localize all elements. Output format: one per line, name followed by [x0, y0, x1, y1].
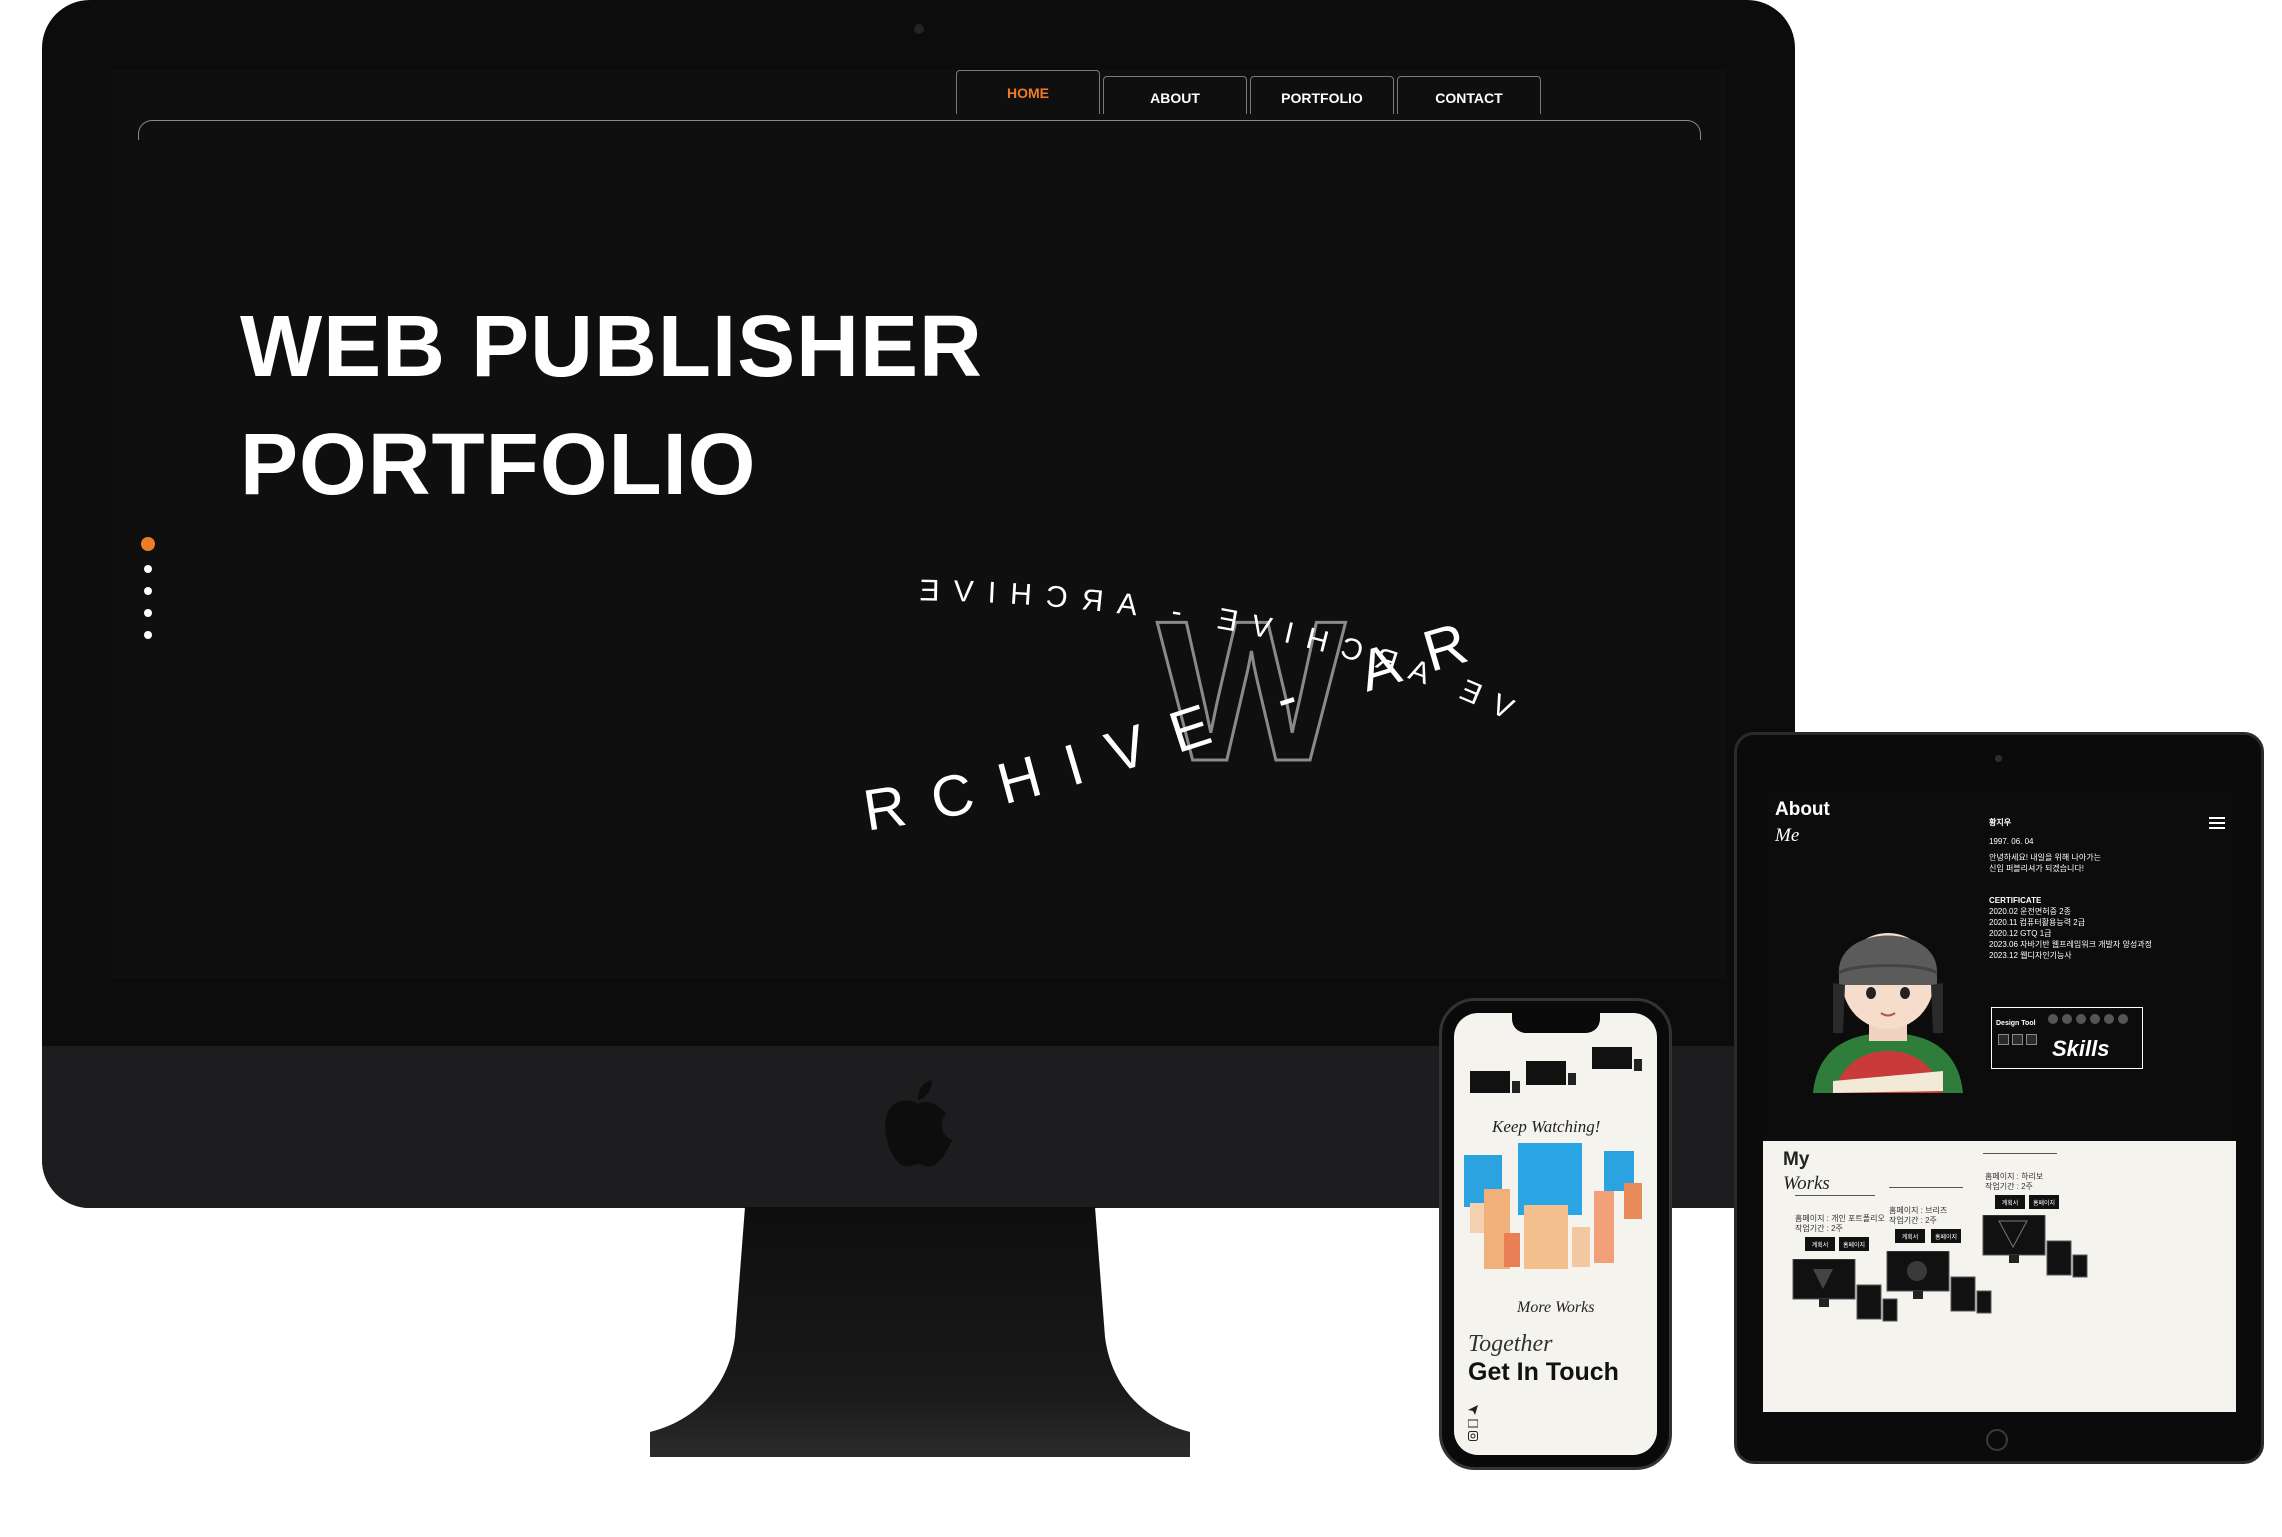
work-2-plan-button[interactable]: 계획서 — [1895, 1229, 1925, 1243]
imac-stand — [650, 1207, 1190, 1457]
section-pagination — [141, 537, 155, 639]
nav-tab-portfolio[interactable]: PORTFOLIO — [1250, 76, 1394, 114]
nav-tab-home[interactable]: HOME — [956, 70, 1100, 114]
works-title: My — [1783, 1149, 1810, 1170]
send-icon — [1468, 1405, 1478, 1415]
illustrator-icon — [2012, 1034, 2023, 1045]
hamburger-menu-icon[interactable] — [2209, 817, 2225, 829]
certificate-item: 2020.11 컴퓨터활용능력 2급 — [1989, 918, 2086, 927]
tablet-device: About Me 황지우 1997. 06. 04 안녕하세요! 내일을 위해 … — [1734, 732, 2264, 1464]
work-1-site-button[interactable]: 홈페이지 — [1839, 1237, 1869, 1251]
archive-ring-graphic: W VE ARCHIVE - ARCHIVE RCHIVE - ARC — [827, 530, 1518, 844]
certificate-item: 2020.12 GTQ 1급 — [1989, 929, 2052, 938]
apple-logo-icon — [885, 1080, 952, 1167]
hero-title: WEB PUBLISHER PORTFOLIO — [240, 288, 983, 524]
work-1-period: 작업기간 : 2주 — [1795, 1224, 1843, 1233]
together-heading: Together — [1468, 1331, 1553, 1357]
profile-intro-1: 안녕하세요! 내일을 위해 나아가는 — [1989, 853, 2101, 862]
certificate-item: 2023.12 웹디자인기능사 — [1989, 951, 2072, 960]
nav-frame-line — [138, 120, 1701, 140]
more-works-link[interactable]: More Works — [1517, 1299, 1594, 1317]
certificate-title: CERTIFICATE — [1989, 896, 2042, 905]
css-icon — [2062, 1014, 2072, 1024]
about-subtitle: Me — [1775, 825, 1800, 846]
work-2-period: 작업기간 : 2주 — [1889, 1216, 1937, 1225]
pagination-dot-5[interactable] — [144, 631, 152, 639]
works-section: My Works 홈페이지 : 개인 포트폴리오 작업기간 : 2주 계획서 홈… — [1763, 1141, 2236, 1412]
divider — [1795, 1195, 1875, 1196]
work-3-plan-button[interactable]: 계획서 — [1995, 1195, 2025, 1209]
mail-icon — [1468, 1419, 1478, 1428]
pagination-dot-2[interactable] — [144, 565, 152, 573]
desktop-screen: HOME ABOUT PORTFOLIO CONTACT WEB PUBLISH… — [112, 70, 1726, 978]
profile-name: 황지우 — [1989, 818, 2012, 827]
hero-title-line-2: PORTFOLIO — [240, 416, 757, 513]
divider — [1983, 1153, 2057, 1154]
profile-birth: 1997. 06. 04 — [1989, 837, 2034, 846]
photoshop-icon — [1998, 1034, 2009, 1045]
top-nav: HOME ABOUT PORTFOLIO CONTACT — [956, 70, 1541, 114]
skills-label: Skills — [2052, 1036, 2110, 1061]
code-icons — [2048, 1014, 2128, 1024]
phone-screen: Keep Watching! More Works Together Get I… — [1454, 1013, 1657, 1455]
work-3-site-button[interactable]: 홈페이지 — [2029, 1195, 2059, 1209]
profile-intro-2: 신입 퍼블리셔가 되겠습니다! — [1989, 864, 2084, 873]
keep-watching-heading: Keep Watching! — [1492, 1117, 1601, 1136]
nav-tab-about[interactable]: ABOUT — [1103, 76, 1247, 114]
about-title: About — [1775, 799, 1830, 820]
react-icon — [2104, 1014, 2114, 1024]
work-1-plan-button[interactable]: 계획서 — [1805, 1237, 1835, 1251]
certificate-item: 2020.02 운전면허증 2종 — [1989, 907, 2071, 916]
phone-notch — [1512, 1013, 1600, 1033]
camera-dot — [1995, 755, 2002, 762]
tool-icons — [1998, 1034, 2037, 1045]
works-subtitle: Works — [1783, 1173, 1830, 1194]
work-2-site-button[interactable]: 홈페이지 — [1931, 1229, 1961, 1243]
phone-work-preview — [1470, 1047, 1642, 1093]
home-button[interactable] — [1986, 1429, 2008, 1451]
about-section: About Me 황지우 1997. 06. 04 안녕하세요! 내일을 위해 … — [1763, 787, 2236, 1141]
avatar-illustration — [1813, 933, 1963, 1093]
js-icon — [2076, 1014, 2086, 1024]
xd-icon — [2026, 1034, 2037, 1045]
divider — [1889, 1187, 1963, 1188]
work-3-period: 작업기간 : 2주 — [1985, 1182, 2033, 1191]
hero-title-line-1: WEB PUBLISHER — [240, 298, 983, 395]
certificate-item: 2023.06 자바기반 웹프레임워크 개발자 양성과정 — [1989, 940, 2152, 949]
html-icon — [2048, 1014, 2058, 1024]
camera-dot — [914, 24, 924, 34]
instagram-icon — [1468, 1431, 1478, 1441]
jquery-icon — [2090, 1014, 2100, 1024]
pagination-dot-3[interactable] — [144, 587, 152, 595]
tablet-screen: About Me 황지우 1997. 06. 04 안녕하세요! 내일을 위해 … — [1763, 787, 2236, 1412]
poster-collage — [1464, 1143, 1642, 1269]
get-in-touch-heading: Get In Touch — [1468, 1358, 1619, 1386]
pagination-dot-4[interactable] — [144, 609, 152, 617]
phone-device: Keep Watching! More Works Together Get I… — [1439, 998, 1672, 1470]
design-tool-label: Design Tool — [1996, 1020, 2036, 1027]
skills-card[interactable]: Design Tool Skills — [1991, 1007, 2143, 1069]
work-3-thumbnail[interactable] — [1981, 1215, 2093, 1287]
pagination-dot-1[interactable] — [141, 537, 155, 551]
git-icon — [2118, 1014, 2128, 1024]
nav-tab-contact[interactable]: CONTACT — [1397, 76, 1541, 114]
